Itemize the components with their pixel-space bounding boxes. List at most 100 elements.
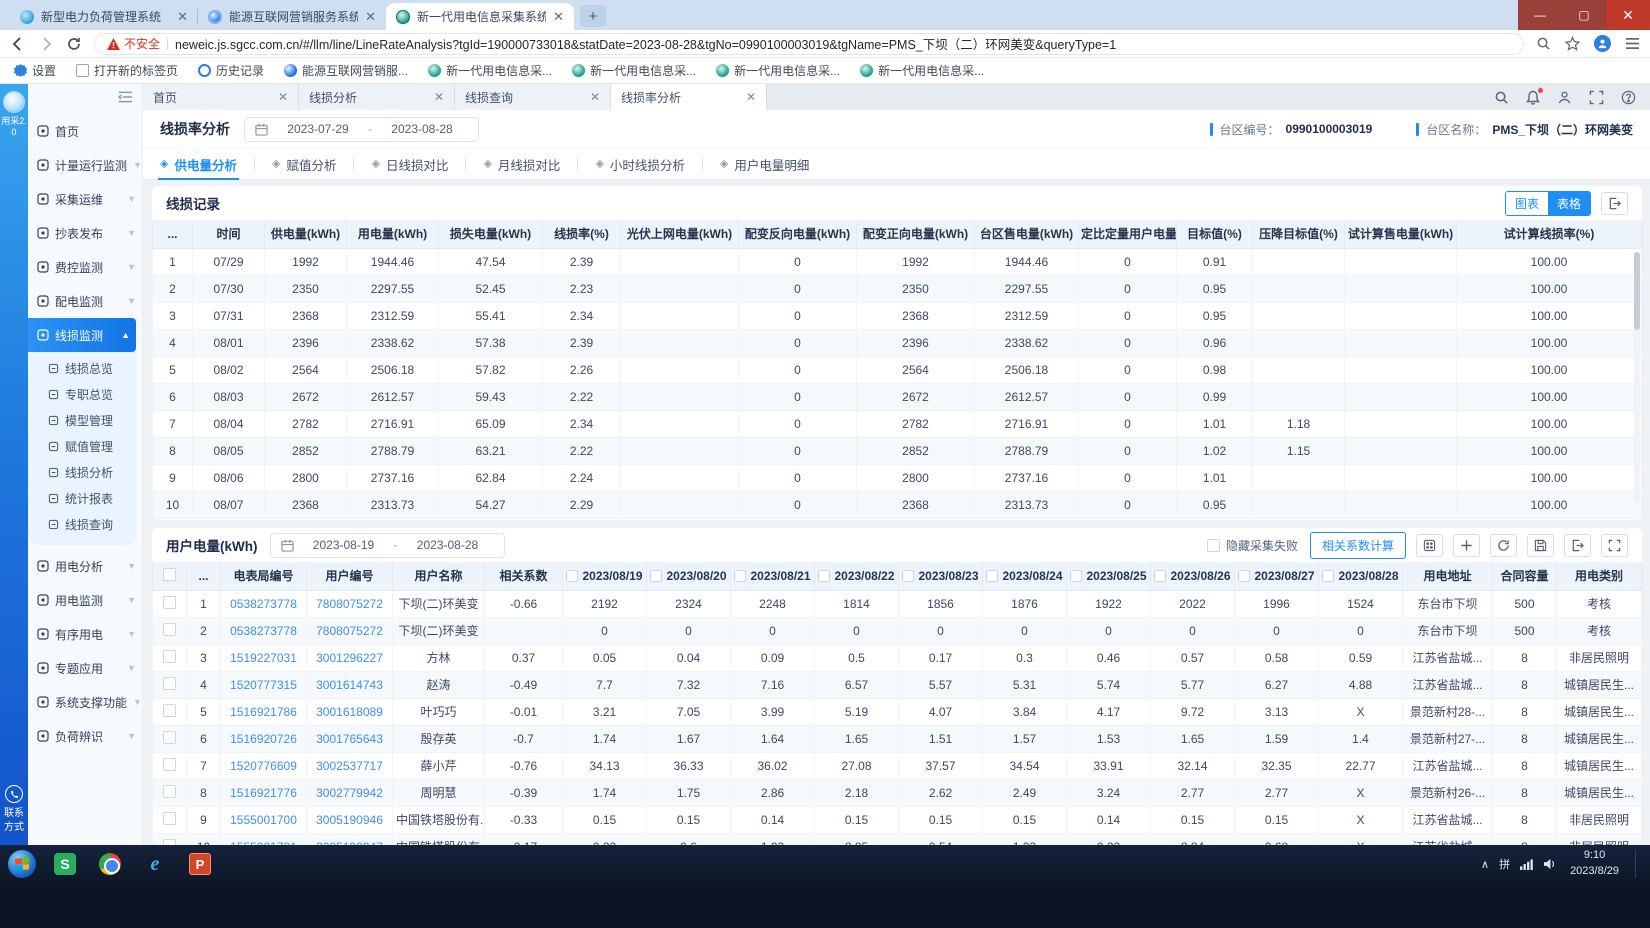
user-no-link[interactable]: 3001614743	[307, 671, 393, 698]
sidebar-item-用电监测[interactable]: 用电监测▼	[28, 583, 142, 617]
table-row[interactable]: 408/0123962338.6257.382.39023962338.6200…	[153, 329, 1642, 356]
submenu-item-模型管理[interactable]: 模型管理	[28, 407, 136, 433]
table-row[interactable]: 207/3023502297.5552.452.23023502297.5500…	[153, 275, 1642, 302]
table-row[interactable]: 615169207263001765643殷存英-0.71.741.671.64…	[153, 725, 1642, 752]
user-date-end[interactable]: 2023-08-28	[402, 538, 494, 552]
user-no-link[interactable]: 7808075272	[307, 590, 393, 617]
table-row[interactable]: 1015550017013005190947中国铁塔股份有...-0.170.2…	[153, 833, 1642, 845]
subtab-小时线损分析[interactable]: ◈小时线损分析	[595, 148, 684, 180]
row-checkbox[interactable]	[163, 731, 176, 744]
date-checkbox[interactable]	[650, 570, 662, 582]
taskbar-app-wps-icon[interactable]: S	[49, 850, 81, 878]
user-no-link[interactable]: 3005190947	[307, 833, 393, 845]
table-row[interactable]: 908/0628002737.1662.842.24028002737.1601…	[153, 464, 1642, 491]
table-row[interactable]: 515169217863001618089叶巧巧-0.013.217.053.9…	[153, 698, 1642, 725]
sidebar-item-首页[interactable]: 首页	[28, 114, 142, 148]
bookmark-item[interactable]: 新一代用电信息采...	[716, 62, 840, 79]
start-button[interactable]	[8, 850, 36, 878]
browser-tab[interactable]: 新一代用电信息采集系统✕	[386, 3, 574, 30]
help-icon[interactable]	[1621, 90, 1636, 105]
taskbar-app-ie-icon[interactable]: e	[139, 850, 171, 878]
select-all-checkbox[interactable]	[163, 568, 176, 581]
row-checkbox[interactable]	[163, 785, 176, 798]
user-no-link[interactable]: 3001618089	[307, 698, 393, 725]
sidebar-item-专题应用[interactable]: 专题应用▼	[28, 651, 142, 685]
tray-expand-icon[interactable]: ∧	[1481, 858, 1489, 871]
table-row[interactable]: 915550017003005190946中国铁塔股份有...-0.330.15…	[153, 806, 1642, 833]
bookmark-item[interactable]: 打开新的标签页	[76, 62, 178, 79]
tab-close-icon[interactable]: ✕	[590, 90, 600, 104]
browser-tab[interactable]: 能源互联网营销服务系统✕	[198, 3, 386, 30]
sidebar-item-配电监测[interactable]: 配电监测▼	[28, 284, 142, 318]
refresh-icon[interactable]	[1490, 534, 1517, 557]
meter-no-link[interactable]: 1555001700	[221, 806, 307, 833]
sidebar-item-计量运行监测[interactable]: 计量运行监测▼	[28, 148, 142, 182]
taskbar-clock[interactable]: 9:10 2023/8/29	[1570, 848, 1619, 880]
subtab-用户电量明细[interactable]: ◈用户电量明细	[720, 148, 809, 180]
date-checkbox[interactable]	[986, 570, 998, 582]
sidebar-item-线损监测[interactable]: 线损监测▲	[28, 318, 136, 352]
show-desktop-button[interactable]	[1635, 850, 1644, 878]
submenu-item-线损分析[interactable]: 线损分析	[28, 459, 136, 485]
notification-bell-icon[interactable]	[1526, 90, 1540, 105]
tab-close-icon[interactable]: ✕	[365, 9, 376, 25]
table-row[interactable]: 307/3123682312.5955.412.34023682312.5900…	[153, 302, 1642, 329]
date-checkbox[interactable]	[818, 570, 830, 582]
close-button[interactable]: ✕	[1606, 0, 1650, 30]
date-checkbox[interactable]	[1322, 570, 1334, 582]
user-no-link[interactable]: 3001765643	[307, 725, 393, 752]
user-no-link[interactable]: 7808075272	[307, 617, 393, 644]
date-checkbox[interactable]	[734, 570, 746, 582]
toggle-table-button[interactable]: 表格	[1548, 192, 1590, 215]
taskbar-app-ppt-icon[interactable]: P	[184, 850, 216, 878]
tab-close-icon[interactable]: ✕	[553, 9, 564, 25]
subtab-供电量分析[interactable]: ◈供电量分析	[160, 148, 237, 180]
submenu-item-统计报表[interactable]: 统计报表	[28, 485, 136, 511]
table-scrollbar[interactable]	[1634, 252, 1640, 502]
user-icon[interactable]	[1557, 90, 1572, 105]
back-icon[interactable]	[10, 36, 26, 52]
table-row[interactable]: 508/0225642506.1857.822.26025642506.1800…	[153, 356, 1642, 383]
main-date-range-picker[interactable]: 2023-07-29 - 2023-08-28	[244, 117, 479, 142]
contact-block[interactable]: 联系方式	[4, 785, 24, 835]
taskbar-app-chrome-icon[interactable]	[94, 850, 126, 878]
user-date-start[interactable]: 2023-08-19	[298, 538, 390, 552]
workspace-tab-首页[interactable]: 首页✕	[143, 84, 299, 110]
bookmark-item[interactable]: 历史记录	[198, 62, 264, 79]
sidebar-item-负荷辨识[interactable]: 负荷辨识▼	[28, 719, 142, 753]
menu-icon[interactable]	[1625, 37, 1640, 50]
row-checkbox[interactable]	[163, 650, 176, 663]
table-row[interactable]: 415207773153001614743赵涛-0.497.77.327.166…	[153, 671, 1642, 698]
table-row[interactable]: 1008/0723682313.7354.272.29023682313.730…	[153, 491, 1642, 518]
add-icon[interactable]	[1453, 534, 1480, 557]
fullscreen-icon[interactable]	[1601, 534, 1628, 557]
tab-close-icon[interactable]: ✕	[434, 90, 444, 104]
row-checkbox[interactable]	[163, 677, 176, 690]
bookmark-item[interactable]: 设置	[14, 62, 56, 79]
date-checkbox[interactable]	[1070, 570, 1082, 582]
subtab-月线损对比[interactable]: ◈月线损对比	[483, 148, 560, 180]
sidebar-item-有序用电[interactable]: 有序用电▼	[28, 617, 142, 651]
meter-no-link[interactable]: 1520777315	[221, 671, 307, 698]
save-icon[interactable]	[1527, 534, 1554, 557]
submenu-item-线损查询[interactable]: 线损查询	[28, 511, 136, 537]
browser-tab[interactable]: 新型电力负荷管理系统✕	[10, 3, 198, 30]
table-row[interactable]: 808/0528522788.7963.212.22028522788.7901…	[153, 437, 1642, 464]
meter-no-link[interactable]: 1519227031	[221, 644, 307, 671]
table-row[interactable]: 715207766093002537717薛小芹-0.7634.1336.333…	[153, 752, 1642, 779]
meter-no-link[interactable]: 0538273778	[221, 590, 307, 617]
table-row[interactable]: 105382737787808075272下坝(二)环美变-0.66219223…	[153, 590, 1642, 617]
meter-no-link[interactable]: 1516921776	[221, 779, 307, 806]
correlation-calc-button[interactable]: 相关系数计算	[1310, 532, 1406, 559]
address-bar[interactable]: 不安全 neweic.js.sgcc.com.cn/#/llm/line/Lin…	[94, 33, 1524, 55]
row-checkbox[interactable]	[163, 758, 176, 771]
refresh-icon[interactable]	[66, 36, 82, 52]
subtab-日线损对比[interactable]: ◈日线损对比	[371, 148, 448, 180]
search-icon[interactable]	[1494, 90, 1509, 105]
sidebar-item-抄表发布[interactable]: 抄表发布▼	[28, 216, 142, 250]
forward-icon[interactable]	[38, 36, 54, 52]
ime-indicator[interactable]: 拼	[1499, 856, 1510, 872]
bookmark-item[interactable]: 能源互联网营销服...	[284, 62, 408, 79]
checkbox-icon[interactable]	[1207, 539, 1220, 552]
column-settings-icon[interactable]	[1416, 534, 1443, 557]
